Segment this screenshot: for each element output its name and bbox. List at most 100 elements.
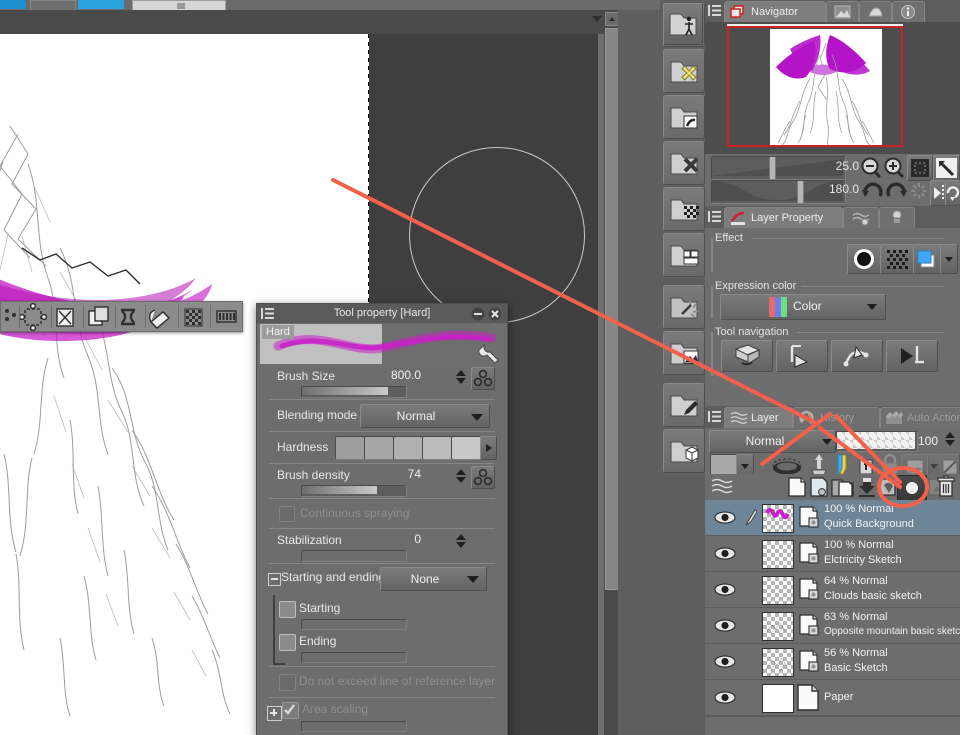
zoom-out-button[interactable]	[860, 156, 882, 178]
tab-history[interactable]: History	[793, 407, 880, 429]
folder-effect-icon[interactable]	[663, 285, 705, 329]
property-row-brush-density[interactable]: Brush density 74	[257, 465, 507, 500]
new-raster-layer-button[interactable]	[786, 476, 808, 498]
border-effect-button[interactable]	[847, 244, 881, 274]
table-row[interactable]: 63 % Normal Opposite mountain basic sket…	[705, 608, 960, 644]
minimize-button[interactable]	[471, 307, 485, 321]
3d-drawing-figure-button[interactable]	[663, 3, 701, 43]
tone-effect-button[interactable]	[880, 244, 914, 274]
rotate-right-button[interactable]	[885, 180, 909, 204]
palette-menu-icon[interactable]	[708, 410, 721, 423]
ruler-start-button[interactable]	[886, 340, 938, 372]
layer-thumbnail[interactable]	[762, 648, 794, 677]
zoom-in-button[interactable]	[883, 156, 905, 178]
delete-layer-button[interactable]	[934, 475, 958, 499]
area-scaling-slider[interactable]	[301, 721, 407, 732]
tree-expand-toggle[interactable]	[267, 706, 282, 721]
tab-navigator[interactable]: Navigator	[724, 1, 826, 23]
table-row[interactable]: 64 % Normal Clouds basic sketch	[705, 572, 960, 608]
hardness-swatch-5[interactable]	[451, 436, 481, 460]
brush-size-dynamics-button[interactable]	[471, 367, 495, 390]
opacity-slider[interactable]	[836, 431, 918, 452]
hardness-swatch-3[interactable]	[393, 436, 423, 460]
ruler-edit-button[interactable]	[776, 340, 828, 372]
brush-density-dynamics-button[interactable]	[471, 466, 495, 489]
hardness-more-button[interactable]	[480, 436, 497, 460]
property-row-starting[interactable]: Starting	[257, 597, 507, 630]
property-row-do-not-exceed[interactable]: Do not exceed line of reference layer	[257, 669, 507, 699]
document-scroll-gutter[interactable]	[604, 10, 618, 735]
folder-pen-icon[interactable]	[663, 383, 705, 427]
stabilization-slider[interactable]	[301, 550, 407, 562]
zoom-slider-handle[interactable]	[769, 156, 776, 180]
new-layer-folder-button[interactable]	[830, 476, 856, 498]
table-row[interactable]: 56 % Normal Basic Sketch	[705, 644, 960, 680]
layer-thumbnail[interactable]	[762, 504, 794, 533]
new-vector-layer-button[interactable]	[808, 476, 830, 498]
brush-density-value[interactable]: 74	[381, 467, 421, 481]
table-row[interactable]: 100 % Normal Quick Background	[705, 500, 960, 536]
visibility-eye-icon[interactable]	[714, 655, 736, 668]
folder-star-icon[interactable]	[663, 49, 705, 93]
tree-collapse-toggle[interactable]	[268, 573, 281, 586]
continuous-spraying-checkbox[interactable]	[279, 506, 295, 522]
folder-image-icon[interactable]	[663, 331, 705, 375]
ending-checkbox[interactable]	[279, 634, 296, 651]
combine-to-layer-below-button[interactable]	[877, 476, 899, 498]
scroll-down-arrow-icon[interactable]	[592, 16, 602, 22]
visibility-eye-icon[interactable]	[714, 619, 736, 632]
selection-launcher-toolbar[interactable]	[0, 301, 243, 332]
tool-property-titlebar[interactable]: Tool property [Hard]	[257, 304, 507, 323]
rotate-left-button[interactable]	[860, 180, 884, 204]
tab-subview[interactable]	[826, 1, 859, 23]
sub-tool-detail-icon[interactable]	[478, 340, 502, 364]
layer-thumbnail[interactable]	[762, 684, 794, 713]
toolbar-chip-1[interactable]	[0, 0, 26, 9]
reset-rotation-button[interactable]	[909, 181, 929, 201]
hardness-swatch-2[interactable]	[364, 436, 394, 460]
rotate-reset2-button[interactable]	[945, 180, 960, 206]
hardness-swatch-1[interactable]	[335, 436, 365, 460]
brush-size-slider[interactable]	[301, 386, 407, 398]
folder-cross-icon[interactable]	[663, 141, 705, 185]
stabilization-value[interactable]: 0	[397, 532, 421, 546]
zoom-value[interactable]: 25.0	[817, 159, 859, 173]
property-row-area-scaling[interactable]: Area scaling	[257, 699, 507, 735]
tool-blending-mode-dropdown[interactable]: Normal	[360, 404, 490, 428]
close-button[interactable]	[488, 307, 502, 321]
flip-horizontal-button[interactable]	[933, 155, 960, 181]
tab-info[interactable]	[892, 1, 925, 23]
palette-menu-icon[interactable]	[708, 4, 721, 17]
table-row[interactable]: 100 % Normal Elctricity Sketch	[705, 536, 960, 572]
visibility-eye-icon[interactable]	[714, 511, 736, 524]
scrollbar-up-arrow[interactable]	[605, 12, 619, 26]
do-not-exceed-checkbox[interactable]	[279, 674, 296, 691]
area-scaling-checkbox[interactable]	[282, 702, 299, 719]
opacity-value[interactable]: 100	[918, 434, 938, 448]
tab-auto-action[interactable]: Auto Action	[880, 407, 960, 429]
tool-property-palette[interactable]: Tool property [Hard] Hard Brush Size	[256, 303, 508, 735]
folder-brush-icon[interactable]	[663, 95, 705, 139]
brush-density-slider[interactable]	[301, 485, 407, 497]
property-row-brush-size[interactable]: Brush Size 800.0	[257, 366, 507, 401]
layer-color-dropdown[interactable]	[940, 244, 958, 274]
palette-menu-icon[interactable]	[708, 210, 721, 223]
layer-list-empty-area[interactable]	[705, 716, 960, 735]
transfer-down-button[interactable]	[857, 476, 877, 498]
rotation-value[interactable]: 180.0	[809, 182, 859, 196]
visibility-eye-icon[interactable]	[714, 547, 736, 560]
layer-color-button[interactable]	[913, 244, 942, 274]
starting-slider[interactable]	[301, 619, 407, 630]
visibility-eye-icon[interactable]	[714, 583, 736, 596]
expression-color-dropdown[interactable]: Color	[720, 294, 886, 320]
layer-thumbnail[interactable]	[762, 540, 794, 569]
brush-preview[interactable]: Hard	[260, 324, 504, 364]
tab-layer-property[interactable]: Layer Property	[724, 207, 843, 229]
tab-light-table[interactable]	[879, 207, 915, 229]
create-layer-mask-button[interactable]	[897, 475, 927, 501]
fit-to-screen-button[interactable]	[907, 155, 933, 181]
navigator-viewport-rect[interactable]	[727, 26, 903, 147]
scrollbar-thumb[interactable]	[605, 28, 619, 590]
visibility-eye-icon[interactable]	[714, 691, 736, 704]
toolbar-chip-3[interactable]	[78, 0, 124, 9]
